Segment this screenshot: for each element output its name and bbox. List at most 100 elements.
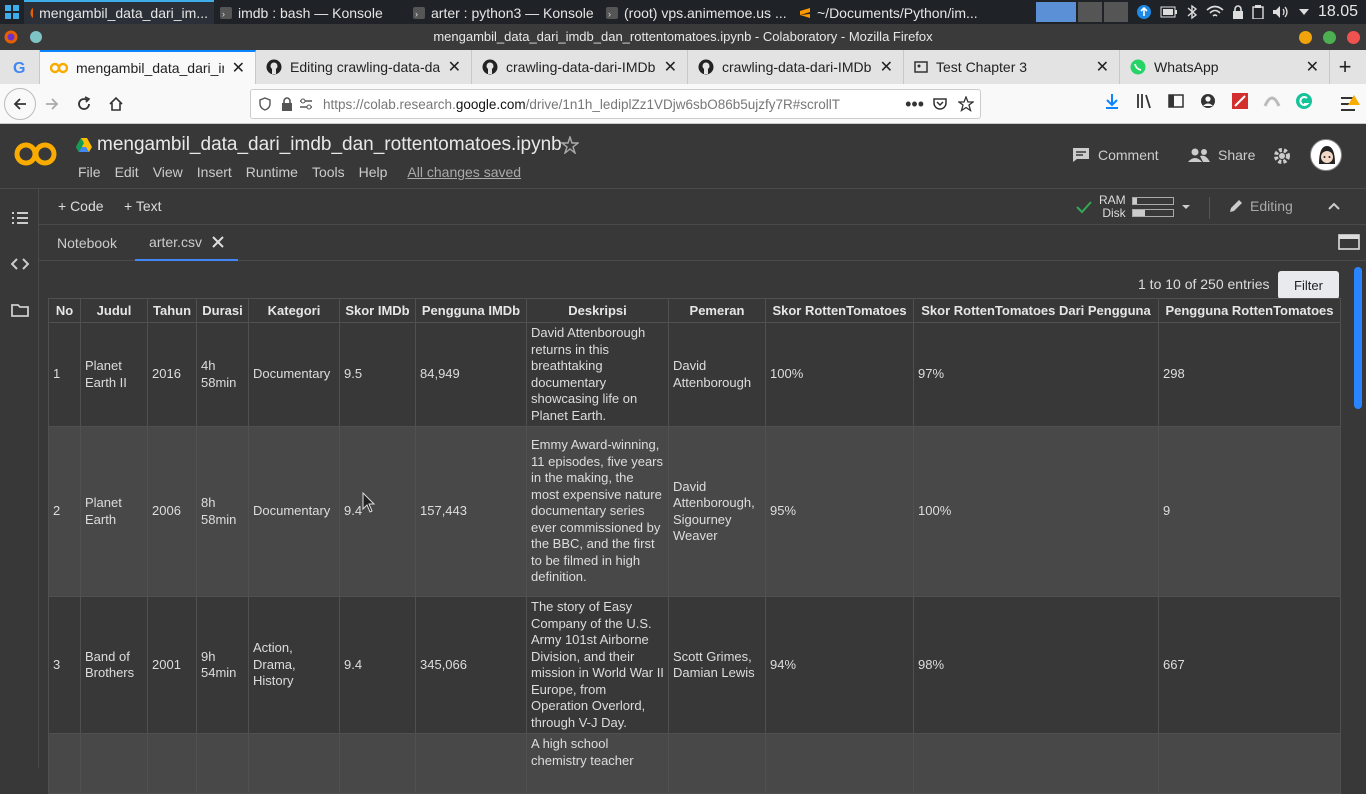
table-of-contents-icon[interactable]	[11, 211, 29, 225]
pocket-icon[interactable]	[932, 96, 948, 112]
close-tab-icon[interactable]: ✕	[880, 57, 893, 77]
menu-view[interactable]: View	[146, 164, 190, 180]
menu-runtime[interactable]: Runtime	[239, 164, 305, 180]
wifi-icon[interactable]	[1206, 5, 1224, 19]
browser-tab-test-chapter[interactable]: Test Chapter 3 ✕	[904, 50, 1120, 84]
browser-tab-colab[interactable]: mengambil_data_dari_imdb_dan_rottentomat…	[40, 50, 256, 84]
close-tab-icon[interactable]: ✕	[664, 57, 677, 77]
bluetooth-icon[interactable]	[1186, 4, 1198, 20]
menu-insert[interactable]: Insert	[190, 164, 239, 180]
avatar[interactable]	[1310, 139, 1342, 171]
notebook-title[interactable]: mengambil_data_dari_imdb_dan_rottentomat…	[97, 134, 562, 156]
col-header-kategori[interactable]: Kategori	[248, 298, 340, 323]
col-header-judul[interactable]: Judul	[80, 298, 148, 323]
menu-file[interactable]: File	[71, 164, 108, 180]
taskbar-task-sublime[interactable]: ~/Documents/Python/im...	[793, 0, 988, 24]
grammarly-icon[interactable]	[1295, 92, 1313, 110]
back-button[interactable]	[4, 87, 36, 120]
battery-icon[interactable]	[1160, 5, 1178, 19]
collapse-chevron-icon[interactable]	[1327, 201, 1341, 211]
forward-button[interactable]	[36, 88, 68, 120]
extension-pdf-icon[interactable]	[1231, 92, 1249, 110]
close-tab-icon[interactable]: ✕	[232, 58, 245, 78]
save-status-link[interactable]: All changes saved	[400, 164, 528, 180]
col-header-pengguna-imdb[interactable]: Pengguna IMDb	[415, 298, 527, 323]
add-text-button[interactable]: + Text	[124, 198, 162, 214]
close-tab-icon[interactable]: ✕	[1306, 57, 1319, 77]
gear-icon[interactable]	[1272, 146, 1292, 166]
table-row[interactable]: 1 Planet Earth II 2016 4h 58min Document…	[48, 322, 1341, 427]
google-drive-icon[interactable]	[76, 138, 92, 152]
taskbar-task-konsole-2[interactable]: › arter : python3 — Konsole	[407, 0, 600, 24]
tab-notebook[interactable]: Notebook	[39, 225, 135, 261]
table-row[interactable]: 3 Band of Brothers 2001 9h 54min Action,…	[48, 596, 1341, 734]
add-code-button[interactable]: + Code	[58, 198, 104, 214]
colab-logo[interactable]	[14, 140, 58, 168]
table-row[interactable]: 2 Planet Earth 2006 8h 58min Documentary…	[48, 426, 1341, 597]
extension-gray-icon[interactable]	[1263, 92, 1281, 110]
browser-tab-github-2[interactable]: crawling-data-dari-IMDb-dan-Rotten ✕	[472, 50, 688, 84]
code-snippets-icon[interactable]	[11, 257, 29, 271]
library-icon[interactable]	[1135, 92, 1153, 110]
hamburger-menu-icon[interactable]	[1339, 94, 1361, 114]
reload-button[interactable]	[68, 88, 100, 120]
vertical-scrollbar[interactable]	[1354, 267, 1362, 409]
volume-icon[interactable]	[1272, 5, 1290, 19]
browser-tab-whatsapp[interactable]: WhatsApp ✕	[1120, 50, 1330, 84]
menu-help[interactable]: Help	[352, 164, 395, 180]
start-menu-button[interactable]	[0, 0, 24, 24]
tab-arter-csv[interactable]: arter.csv	[135, 225, 238, 261]
taskbar-task-konsole-3[interactable]: › (root) vps.animemoe.us ...	[600, 0, 793, 24]
account-icon[interactable]	[1199, 92, 1217, 110]
editing-mode-button[interactable]: Editing	[1228, 198, 1293, 214]
col-header-tahun[interactable]: Tahun	[147, 298, 197, 323]
col-header-pengguna-rt[interactable]: Pengguna RottenTomatoes	[1158, 298, 1341, 323]
browser-tab-github-1[interactable]: Editing crawling-data-dari-IMDb ✕	[256, 50, 472, 84]
taskbar-task-firefox[interactable]: mengambil_data_dari_im...	[24, 0, 214, 24]
maximize-button[interactable]	[1323, 31, 1336, 44]
pinned-tab-google[interactable]: G	[0, 50, 40, 84]
home-button[interactable]	[100, 88, 132, 120]
page-actions-icon[interactable]: •••	[905, 94, 924, 115]
download-icon[interactable]	[1103, 92, 1121, 110]
col-header-no[interactable]: No	[48, 298, 81, 323]
taskbar-task-konsole-1[interactable]: › imdb : bash — Konsole	[214, 0, 407, 24]
address-bar[interactable]: https://colab.research.google.com/drive/…	[250, 89, 981, 119]
sidebar-toggle-icon[interactable]	[1167, 92, 1185, 110]
menu-tools[interactable]: Tools	[305, 164, 352, 180]
close-tab-icon[interactable]: ✕	[1096, 57, 1109, 77]
col-header-skor-rt-pengguna[interactable]: Skor RottenTomatoes Dari Pengguna	[913, 298, 1159, 323]
svg-text:›: ›	[608, 9, 611, 19]
open-in-panel-icon[interactable]	[1338, 234, 1360, 250]
col-header-pemeran[interactable]: Pemeran	[668, 298, 766, 323]
comment-button[interactable]: Comment	[1072, 147, 1159, 163]
table-row[interactable]: A high school chemistry teacher	[48, 733, 1341, 794]
cell-tahun: 2001	[147, 596, 197, 734]
bookmark-star-icon[interactable]	[958, 96, 974, 112]
virtual-desktop-pager[interactable]	[1035, 2, 1128, 22]
menu-edit[interactable]: Edit	[108, 164, 146, 180]
col-header-durasi[interactable]: Durasi	[196, 298, 249, 323]
col-header-skor-rt[interactable]: Skor RottenTomatoes	[765, 298, 914, 323]
lock-icon[interactable]	[1232, 5, 1244, 19]
tray-expand-icon[interactable]	[1298, 7, 1310, 17]
clipboard-icon[interactable]	[1252, 5, 1264, 19]
clock[interactable]: 18.05	[1318, 3, 1358, 21]
resources-indicator[interactable]: RAM Disk	[1075, 194, 1192, 220]
star-icon[interactable]	[561, 136, 579, 154]
url-text[interactable]: https://colab.research.google.com/drive/…	[323, 97, 863, 112]
update-icon[interactable]	[1136, 4, 1152, 20]
close-icon[interactable]	[212, 236, 224, 248]
cell-skor-rt	[765, 733, 914, 794]
files-folder-icon[interactable]	[11, 303, 29, 317]
dropdown-arrow-icon[interactable]	[1180, 202, 1192, 212]
col-header-deskripsi[interactable]: Deskripsi	[526, 298, 669, 323]
browser-tab-github-3[interactable]: crawling-data-dari-IMDb-dan-Rotten ✕	[688, 50, 904, 84]
filter-button[interactable]: Filter	[1278, 271, 1339, 299]
close-tab-icon[interactable]: ✕	[448, 57, 461, 77]
new-tab-button[interactable]: +	[1330, 50, 1360, 84]
col-header-skor-imdb[interactable]: Skor IMDb	[339, 298, 416, 323]
minimize-button[interactable]	[1299, 31, 1312, 44]
close-window-button[interactable]	[1347, 31, 1360, 44]
share-button[interactable]: Share	[1188, 147, 1255, 163]
